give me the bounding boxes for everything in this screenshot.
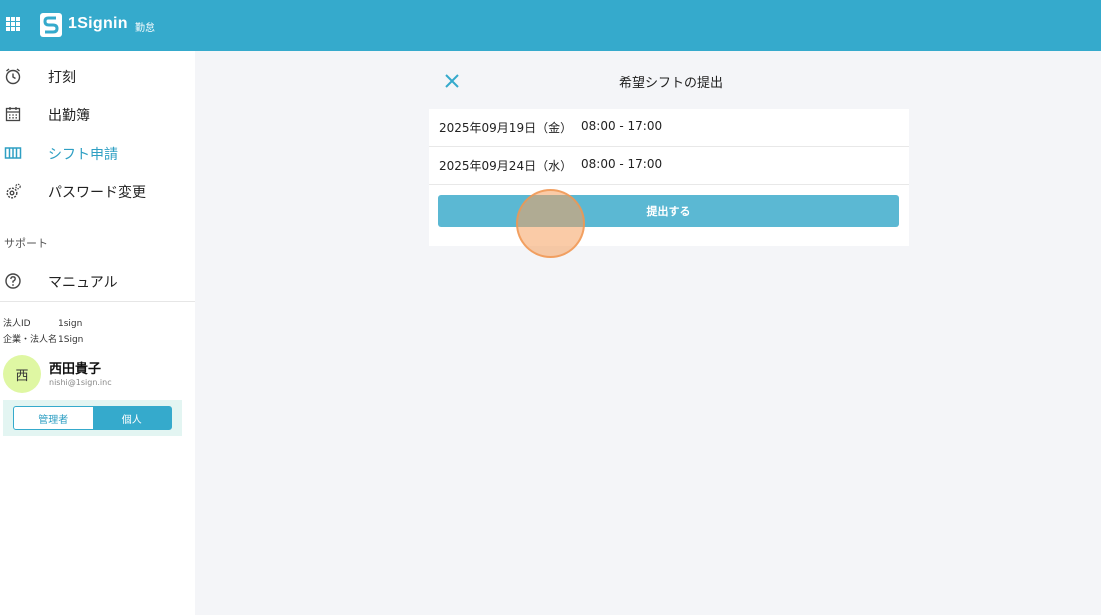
sidebar-item-clock-in[interactable]: 打刻	[0, 58, 195, 94]
sidebar-item-password-change[interactable]: パスワード変更	[0, 173, 195, 209]
corp-name-value: 1Sign	[58, 335, 84, 345]
close-icon[interactable]	[444, 73, 460, 89]
role-admin-button[interactable]: 管理者	[14, 407, 93, 429]
support-section-label: サポート	[4, 237, 48, 250]
dialog-title: 希望シフトの提出	[619, 76, 724, 91]
gear-icon	[6, 183, 21, 199]
shift-time: 08:00 - 17:00	[581, 119, 663, 133]
shift-icon	[4, 147, 22, 159]
user-name: 西田貴子	[49, 362, 102, 377]
sidebar-item-label: 打刻	[48, 70, 76, 86]
role-toggle: 管理者 個人	[13, 406, 172, 430]
role-switch-panel: 管理者 個人	[3, 400, 182, 436]
calendar-icon	[5, 107, 21, 122]
corp-id-label: 法人ID	[3, 319, 31, 329]
shift-row: 2025年09月19日（金） 08:00 - 17:00	[429, 109, 909, 147]
submit-button[interactable]: 提出する	[438, 195, 899, 227]
top-bar: 1Signin 勤怠	[0, 0, 1101, 51]
app-name: 1Signin	[68, 15, 128, 32]
sidebar-item-label: マニュアル	[48, 275, 118, 291]
help-icon	[5, 273, 21, 289]
sidebar: 打刻 出勤簿 シフト申請 パスワード変更 サポート マニュアル 法人ID 1si…	[0, 51, 195, 615]
clock-icon	[5, 68, 21, 85]
shift-time: 08:00 - 17:00	[581, 157, 663, 171]
sidebar-item-attendance[interactable]: 出勤簿	[0, 96, 195, 132]
sidebar-item-shift-request[interactable]: シフト申請	[0, 135, 195, 171]
app-grid-icon[interactable]	[6, 17, 20, 31]
corp-name-label: 企業・法人名	[3, 335, 58, 345]
sidebar-item-label: 出勤簿	[48, 108, 90, 124]
avatar: 西	[3, 355, 41, 393]
logo-icon	[40, 13, 62, 37]
corp-id-row: 法人ID 1sign	[3, 316, 82, 329]
corp-name-row: 企業・法人名1Sign	[3, 332, 83, 345]
user-email: nishi@1sign.inc	[49, 378, 112, 387]
shift-date: 2025年09月24日（水）	[439, 159, 573, 173]
sidebar-divider	[0, 301, 195, 302]
shift-date: 2025年09月19日（金）	[439, 121, 573, 135]
shift-submission-card: 2025年09月19日（金） 08:00 - 17:00 2025年09月24日…	[429, 109, 909, 246]
corp-id-value: 1sign	[58, 319, 83, 329]
sidebar-item-manual[interactable]: マニュアル	[0, 263, 195, 299]
sidebar-item-label: シフト申請	[48, 147, 118, 163]
role-personal-button[interactable]: 個人	[92, 407, 171, 429]
sidebar-item-label: パスワード変更	[48, 185, 146, 201]
shift-row: 2025年09月24日（水） 08:00 - 17:00	[429, 147, 909, 185]
app-sub-label: 勤怠	[135, 23, 155, 34]
